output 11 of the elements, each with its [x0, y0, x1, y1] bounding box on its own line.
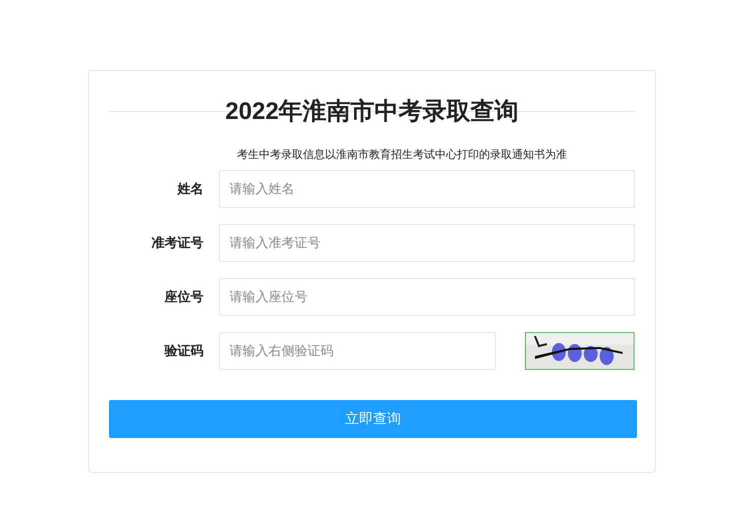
search-button[interactable]: 立即查询 — [109, 400, 637, 438]
input-field[interactable]: 请输入座位号 — [218, 278, 635, 316]
input-field[interactable]: 请输入准考证号 — [218, 224, 635, 262]
field-label: 准考证号 — [150, 235, 204, 252]
field-label: 姓名 — [176, 181, 204, 198]
field-label: 验证码 — [163, 343, 204, 360]
field-label: 座位号 — [163, 288, 204, 306]
input-field[interactable]: 请输入姓名 — [218, 170, 635, 208]
captcha-field[interactable]: 请输入右侧验证码 — [218, 332, 496, 370]
page-title: 2022年淮南市中考录取查询 — [225, 97, 519, 127]
notice-text: 考生中考录取信息以淮南市教育招生考试中心打印的录取通知书为准 — [236, 147, 568, 162]
